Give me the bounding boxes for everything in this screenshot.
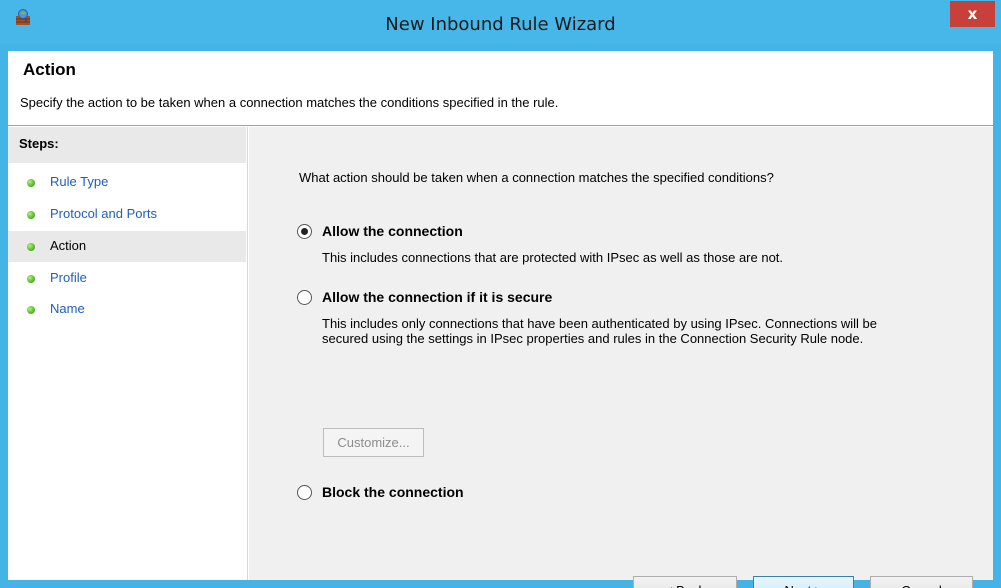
step-status-icon [27,275,35,283]
window-title: New Inbound Rule Wizard [385,14,616,35]
close-button[interactable]: x [950,1,995,27]
steps-title: Steps: [19,136,59,151]
allow-connection-radio[interactable] [297,224,312,239]
allow-if-secure-label[interactable]: Allow the connection if it is secure [322,289,552,305]
wizard-client-area: Action Specify the action to be taken wh… [8,51,993,588]
step-action[interactable]: Action [8,231,246,262]
allow-connection-label[interactable]: Allow the connection [322,223,463,239]
allow-if-secure-radio[interactable] [297,290,312,305]
step-status-icon [27,306,35,314]
step-profile[interactable]: Profile [8,263,246,294]
back-button[interactable]: < Back [633,576,737,588]
allow-connection-description: This includes connections that are prote… [322,250,784,265]
wizard-window: New Inbound Rule Wizard x Action Specify… [0,0,1001,588]
step-label: Protocol and Ports [50,206,157,221]
title-bar[interactable]: New Inbound Rule Wizard x [0,0,1001,44]
cancel-button[interactable]: Cancel [870,576,973,588]
step-rule-type[interactable]: Rule Type [8,167,246,198]
step-status-icon [27,211,35,219]
customize-button[interactable]: Customize... [323,428,424,457]
page-description: Specify the action to be taken when a co… [20,95,559,110]
step-protocol-and-ports[interactable]: Protocol and Ports [8,199,246,230]
block-connection-radio[interactable] [297,485,312,500]
step-status-icon [27,179,35,187]
block-connection-label[interactable]: Block the connection [322,484,464,500]
step-label: Name [50,301,85,316]
step-label: Action [50,238,87,253]
allow-if-secure-description: This includes only connections that have… [322,316,878,346]
action-panel: What action should be taken when a conne… [249,127,993,588]
action-question: What action should be taken when a conne… [299,170,774,185]
step-name[interactable]: Name [8,294,246,325]
step-label: Profile [50,270,87,285]
page-title: Action [23,60,76,79]
steps-header: Steps: [8,127,246,163]
next-button[interactable]: Next > [753,576,854,588]
step-status-icon [27,243,35,251]
wizard-header: Action Specify the action to be taken wh… [8,51,993,126]
steps-pane: Steps: Rule Type Protocol and Ports Acti… [8,127,248,580]
step-label: Rule Type [50,174,109,189]
